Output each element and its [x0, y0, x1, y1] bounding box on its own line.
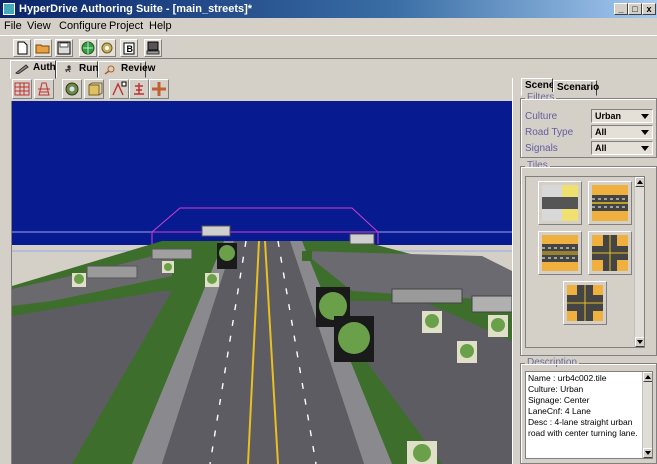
- editor-toolbar: [0, 78, 512, 100]
- window-title-bar[interactable]: HyperDrive Authoring Suite - [main_stree…: [0, 0, 657, 18]
- menu-view[interactable]: View: [27, 20, 51, 32]
- minimize-button[interactable]: _: [614, 3, 628, 15]
- signals-select[interactable]: All: [591, 141, 653, 155]
- close-button[interactable]: x: [642, 3, 656, 15]
- road-grid-icon[interactable]: [34, 79, 54, 99]
- menu-configure[interactable]: Configure: [59, 20, 107, 32]
- tab-review[interactable]: Review: [98, 61, 155, 78]
- scroll-up-icon[interactable]: [643, 372, 652, 382]
- scene-render[interactable]: [12, 101, 512, 464]
- signal-icon[interactable]: [129, 79, 149, 99]
- desc-lanecnf: LaneCnf: 4 Lane: [528, 406, 591, 416]
- b-document-icon[interactable]: B: [120, 39, 138, 57]
- chevron-down-icon: [641, 146, 649, 151]
- menu-file[interactable]: File: [4, 20, 22, 32]
- signals-value: All: [595, 143, 607, 153]
- runner-icon: [64, 65, 72, 73]
- open-folder-icon[interactable]: [34, 39, 52, 57]
- tab-author[interactable]: Author: [10, 60, 66, 79]
- filters-group: Filters Culture Urban Road Type All Sign…: [520, 92, 657, 158]
- menu-bar: File View Configure Project Help: [0, 18, 657, 34]
- pencil-icon: [15, 64, 29, 74]
- scroll-up-icon[interactable]: [635, 177, 644, 187]
- desc-name: Name : urb4c002.tile: [528, 373, 607, 383]
- four-lane-straight-tile[interactable]: [588, 181, 632, 225]
- tab-run-label: Run: [79, 63, 99, 74]
- save-icon[interactable]: [55, 39, 73, 57]
- road-type-label: Road Type: [525, 127, 574, 138]
- 3d-scene-viewport[interactable]: [12, 101, 512, 464]
- tab-run[interactable]: Run: [56, 61, 98, 78]
- maximize-button[interactable]: □: [628, 3, 642, 15]
- filters-title: Filters: [525, 92, 557, 103]
- app-icon: [3, 3, 15, 15]
- desc-culture: Culture: Urban: [528, 384, 584, 394]
- sky: [12, 101, 512, 245]
- camera-icon[interactable]: [62, 79, 82, 99]
- svg-text:B: B: [127, 44, 134, 54]
- tab-review-label: Review: [121, 63, 156, 74]
- desc-desc-cont: road with center turning lane.: [528, 428, 638, 438]
- menu-help[interactable]: Help: [149, 20, 172, 32]
- tab-scenario[interactable]: Scenario: [553, 80, 599, 96]
- node-tool-icon[interactable]: [109, 79, 129, 99]
- new-file-icon[interactable]: [13, 39, 31, 57]
- chevron-down-icon: [641, 130, 649, 135]
- tiles-title: Tiles: [525, 160, 550, 171]
- globe-arrow-icon[interactable]: [79, 39, 97, 57]
- road-type-select[interactable]: All: [591, 125, 653, 139]
- description-title: Description: [525, 357, 580, 368]
- culture-label: Culture: [525, 111, 558, 122]
- main-toolbar: B: [0, 35, 657, 59]
- window-title: HyperDrive Authoring Suite - [main_stree…: [19, 3, 253, 15]
- intersection-icon[interactable]: [149, 79, 169, 99]
- culture-value: Urban: [595, 111, 622, 121]
- road-type-value: All: [595, 127, 607, 137]
- signals-label: Signals: [525, 143, 558, 154]
- mode-tabs: Author Run Review: [0, 60, 657, 79]
- desc-desc: Desc : 4-lane straight urban: [528, 417, 633, 427]
- four-way-intersection-tile[interactable]: [563, 281, 607, 325]
- four-lane-center-turn-tile[interactable]: [538, 231, 582, 275]
- computer-icon[interactable]: [144, 39, 162, 57]
- scroll-down-icon[interactable]: [643, 448, 652, 458]
- crosswalk-intersection-tile[interactable]: [588, 231, 632, 275]
- desc-signage: Signage: Center: [528, 395, 590, 405]
- viewport-left-gutter: [0, 101, 12, 464]
- tiles-list[interactable]: [525, 176, 645, 348]
- straight-road-tile[interactable]: [538, 181, 582, 225]
- scroll-down-icon[interactable]: [635, 337, 644, 347]
- chevron-down-icon: [641, 114, 649, 119]
- panel-splitter[interactable]: [512, 78, 519, 464]
- description-text[interactable]: Name : urb4c002.tile Culture: Urban Sign…: [525, 371, 653, 459]
- magnifier-icon: [104, 65, 115, 75]
- layer-icon[interactable]: [84, 79, 104, 99]
- scene-panel: Scene Scenario Filters Culture Urban Roa…: [519, 78, 657, 464]
- description-scrollbar[interactable]: [642, 372, 652, 458]
- grid-icon[interactable]: [12, 79, 32, 99]
- tiles-scrollbar[interactable]: [634, 177, 644, 347]
- culture-select[interactable]: Urban: [591, 109, 653, 123]
- menu-project[interactable]: Project: [109, 20, 143, 32]
- settings-gear-icon[interactable]: [98, 39, 116, 57]
